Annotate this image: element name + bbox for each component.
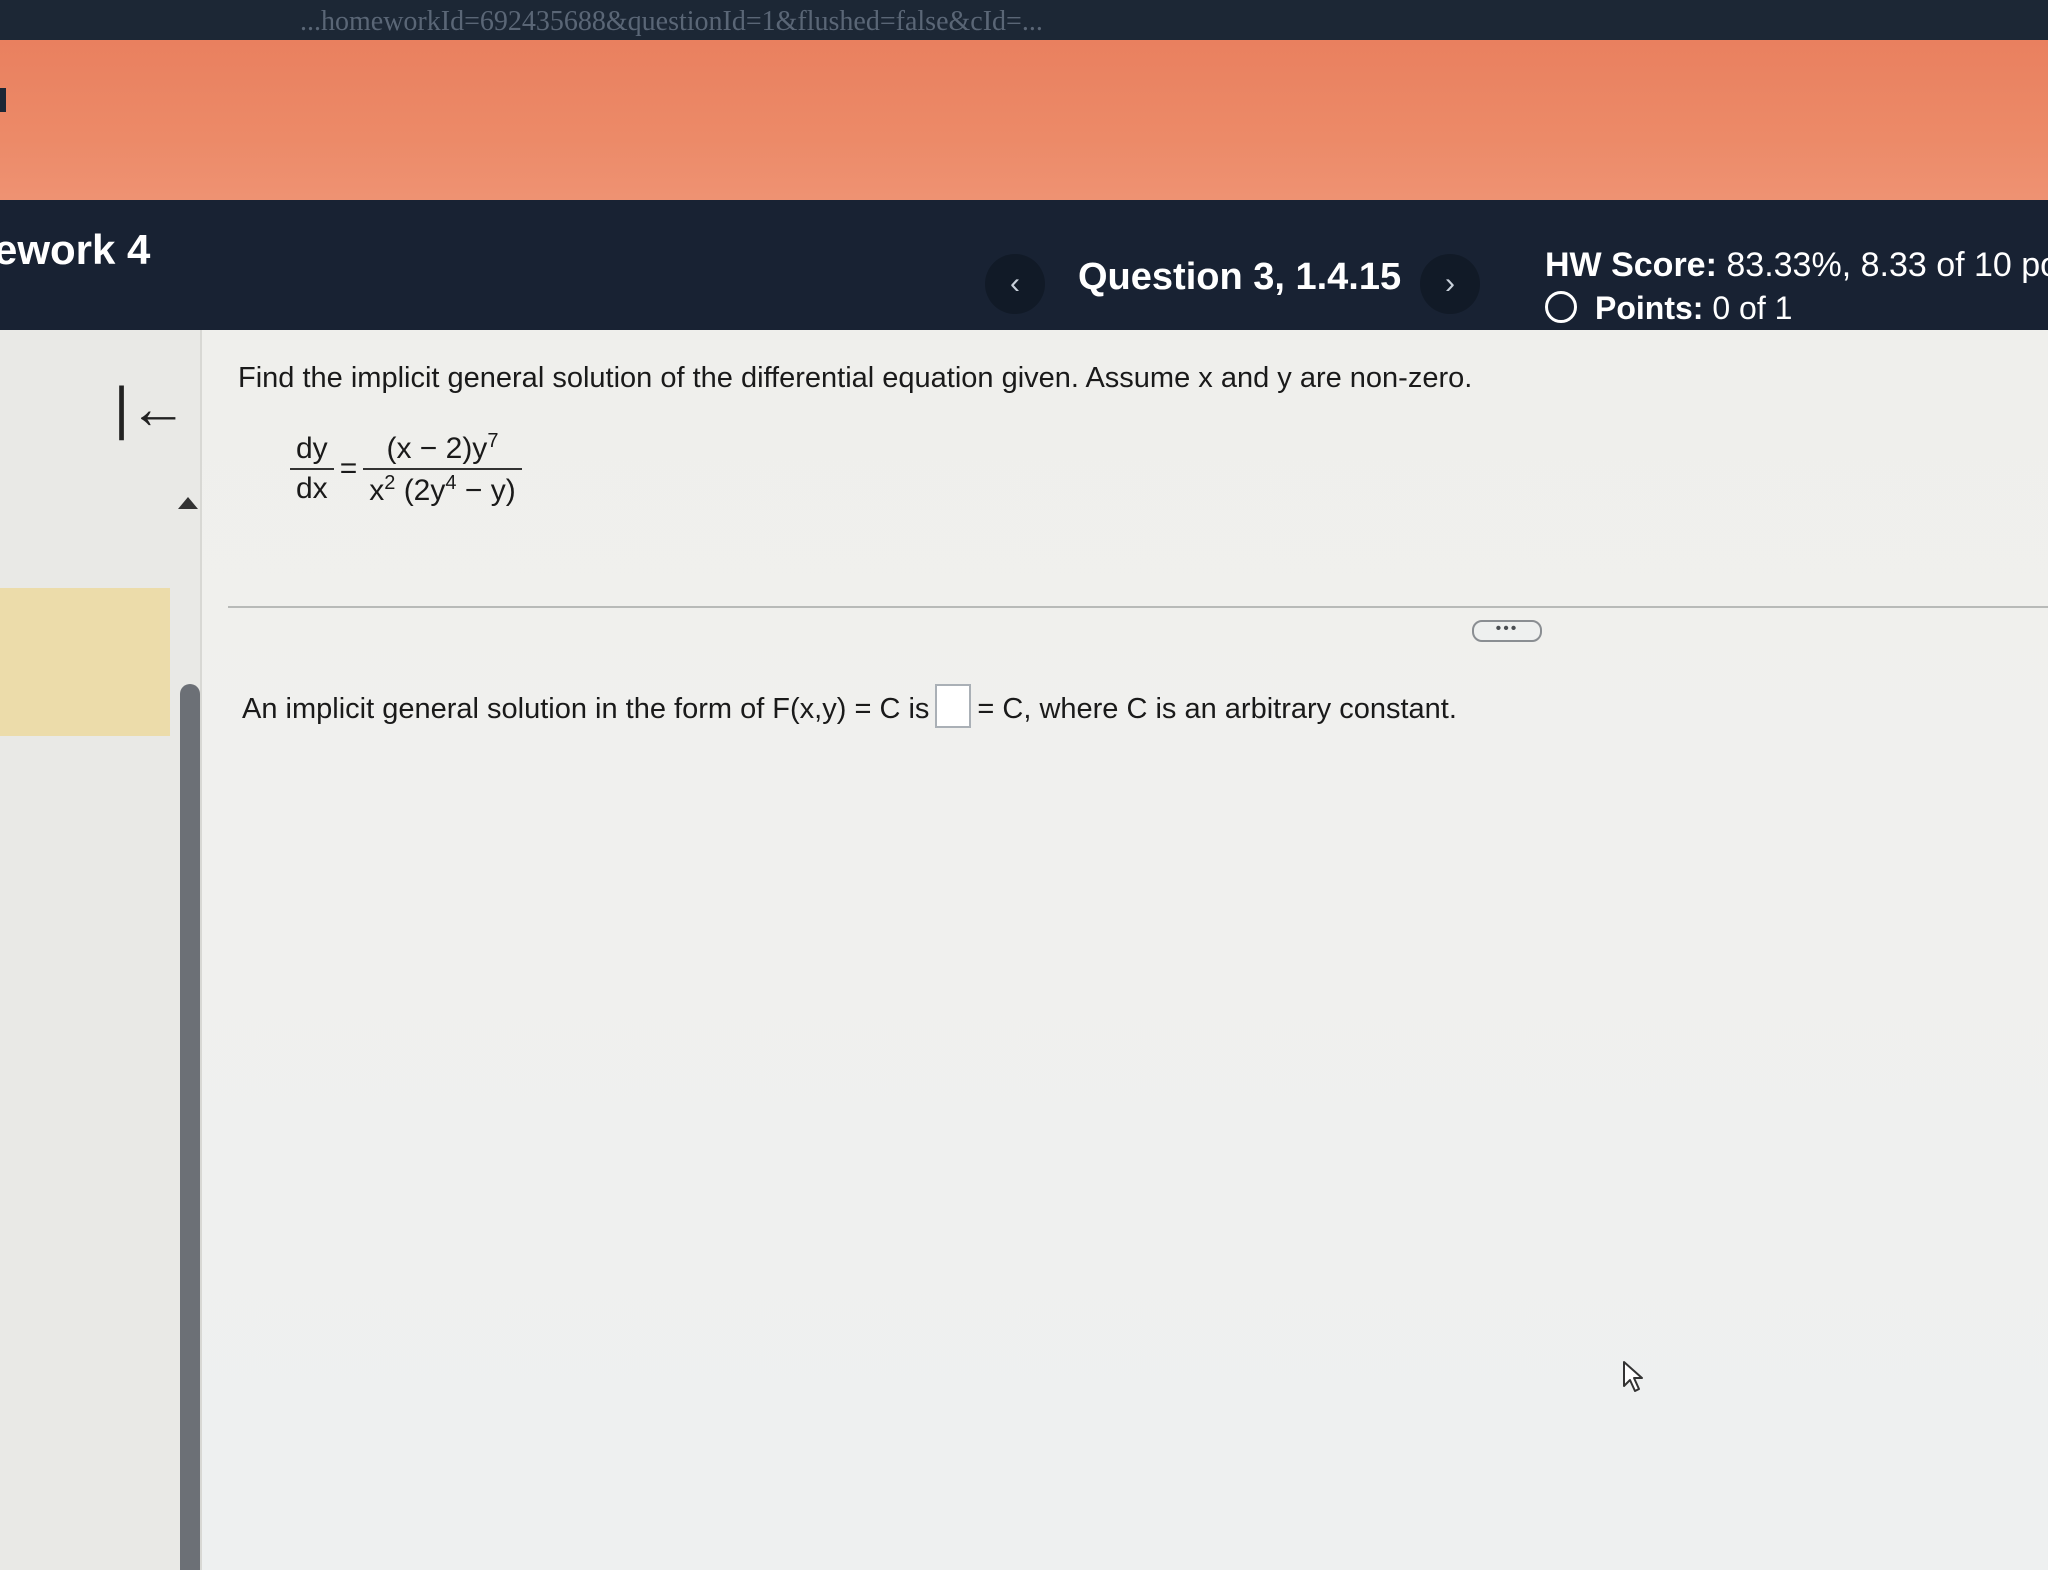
scroll-up-arrow-icon[interactable] — [178, 497, 198, 509]
points-status: Points: 0 of 1 — [1545, 290, 1792, 327]
question-title: Question 3, 1.4.15 — [1078, 256, 1402, 298]
collapse-left-icon: |← — [114, 376, 188, 441]
answer-input-box[interactable] — [935, 684, 972, 728]
answer-text-after: = C, where C is an arbitrary constant. — [977, 693, 1457, 725]
points-circle-icon — [1545, 291, 1577, 323]
url-text: ...homeworkId=692435688&questionId=1&flu… — [300, 6, 1043, 37]
lhs-fraction: dy dx — [290, 430, 334, 508]
mouse-pointer-icon — [1623, 1361, 1643, 1392]
rhs-numerator: (x − 2)y7 — [363, 428, 522, 470]
hw-score-label: HW Score: — [1545, 246, 1717, 284]
chevron-right-icon: › — [1445, 267, 1455, 300]
lhs-denominator: dx — [296, 472, 328, 505]
chevron-left-icon: ‹ — [1010, 267, 1020, 300]
equals-sign: = — [339, 452, 358, 485]
answer-text-before: An implicit general solution in the form… — [242, 693, 930, 725]
collapse-panel-button[interactable]: |← — [114, 375, 187, 442]
more-options-button[interactable]: ••• — [1472, 620, 1542, 642]
points-label: Points: — [1595, 290, 1704, 326]
points-value: 0 of 1 — [1712, 290, 1793, 326]
hw-score: HW Score: 83.33%, 8.33 of 10 point — [1545, 246, 2048, 285]
browser-url-bar[interactable]: ...homeworkId=692435688&questionId=1&flu… — [0, 0, 2048, 44]
current-question-highlight[interactable] — [0, 588, 170, 736]
answer-statement: An implicit general solution in the form… — [242, 684, 1457, 728]
next-question-button[interactable]: › — [1420, 254, 1480, 314]
brand-banner — [0, 40, 2048, 220]
assignment-title: ework 4 — [0, 226, 151, 273]
lhs-numerator: dy — [290, 430, 334, 470]
rhs-denominator: x2 (2y4 − y) — [369, 472, 516, 507]
rhs-fraction: (x − 2)y7 x2 (2y4 − y) — [363, 428, 522, 510]
previous-question-button[interactable]: ‹ — [985, 254, 1045, 314]
brand-mark — [0, 88, 6, 112]
panel-scrollbar[interactable] — [180, 684, 200, 1570]
hw-score-value: 83.33%, 8.33 of 10 point — [1726, 246, 2048, 284]
question-prompt: Find the implicit general solution of th… — [238, 362, 1473, 394]
section-divider — [228, 606, 2048, 608]
question-list-panel — [0, 330, 200, 1570]
question-content-area — [202, 330, 2048, 1570]
differential-equation: dy dx = (x − 2)y7 x2 (2y4 − y) — [290, 428, 522, 510]
